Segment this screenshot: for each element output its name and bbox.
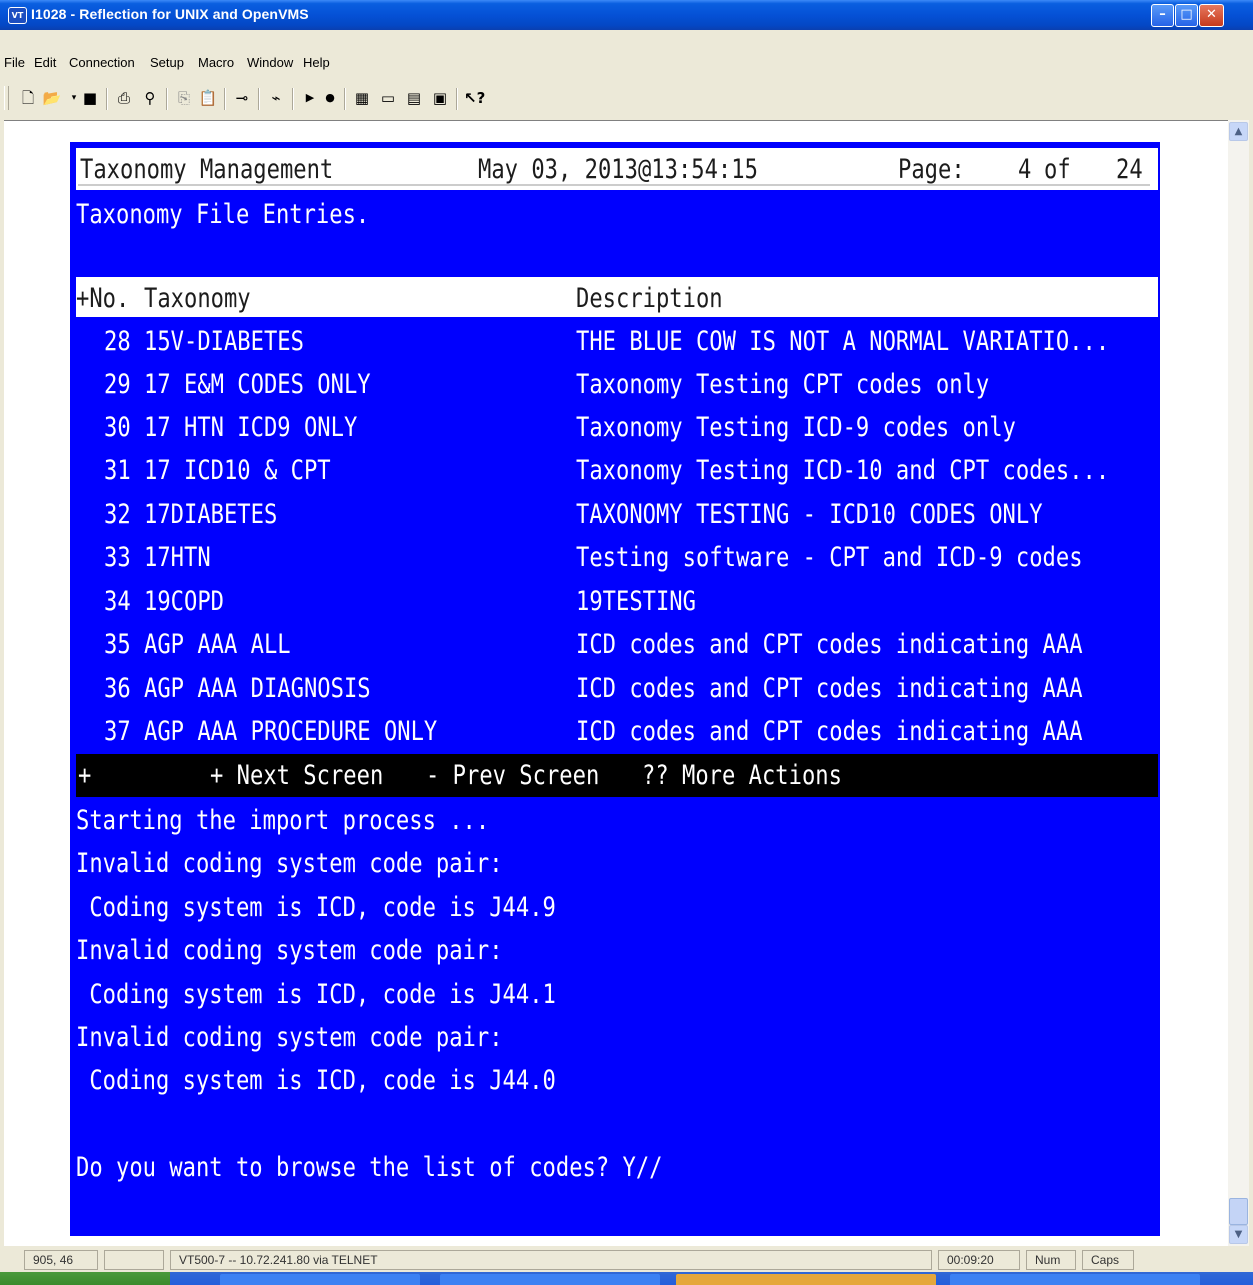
menu-connection[interactable]: Connection (69, 55, 135, 70)
taskbar (0, 1272, 1253, 1285)
session-timer: 00:09:20 (938, 1250, 1020, 1270)
toolbar-separator (344, 88, 346, 110)
maximize-button[interactable]: □ (1175, 4, 1198, 27)
message-line: Starting the import process ... (76, 805, 490, 836)
list-item-description[interactable]: 19TESTING (576, 580, 1253, 623)
num-lock-indicator: Num (1026, 1250, 1076, 1270)
toolbar-separator (456, 88, 458, 110)
toolbar-separator (106, 88, 108, 110)
list-item-description[interactable]: Taxonomy Testing ICD-10 and CPT codes... (576, 449, 1253, 492)
toolbar-separator (224, 88, 226, 110)
menu-file[interactable]: File (4, 55, 25, 70)
taskbar-item[interactable] (220, 1274, 420, 1285)
browse-prompt[interactable]: Do you want to browse the list of codes?… (76, 1146, 970, 1189)
column-header-description: Description (576, 283, 723, 314)
message-line: Invalid coding system code pair: (76, 848, 503, 879)
toolbar-grip[interactable] (4, 86, 9, 110)
menu-macro[interactable]: Macro (198, 55, 234, 70)
connect-icon[interactable]: ⊸ (232, 88, 252, 108)
close-button[interactable]: ✕ (1199, 4, 1224, 27)
list-item-description[interactable]: Taxonomy Testing CPT codes only (576, 363, 1253, 406)
list-item-description[interactable]: TAXONOMY TESTING - ICD10 CODES ONLY (576, 493, 1253, 536)
message-line: Invalid coding system code pair: (76, 935, 503, 966)
paste-icon[interactable]: 📋 (198, 88, 218, 108)
message-line: Coding system is ICD, code is J44.0 (76, 1065, 556, 1096)
keyboard-icon[interactable]: ▤ (404, 88, 424, 108)
new-icon[interactable]: 🗋 (18, 88, 38, 108)
mouse-icon[interactable]: ▣ (430, 88, 450, 108)
toolbar-separator (292, 88, 294, 110)
status-panel-blank (104, 1250, 164, 1270)
scroll-thumb[interactable] (1229, 1198, 1248, 1225)
vt-app-icon[interactable]: VT (8, 7, 27, 24)
menu-help[interactable]: Help (303, 55, 330, 70)
cursor-position: 905, 46 (24, 1250, 98, 1270)
print-icon[interactable]: ⎙ (114, 88, 134, 108)
toolbar-separator (258, 88, 260, 110)
list-item-description[interactable]: Testing software - CPT and ICD-9 codes (576, 536, 1253, 579)
toolbar: 🗋 📂 ▾ ■ ⎙ ⚲ ⎘ 📋 ⊸ ⌁ ▶ ● ▦ ▭ ▤ ▣ ↖? (0, 80, 1253, 118)
play-icon[interactable]: ▶ (300, 88, 320, 108)
message-line: Coding system is ICD, code is J44.1 (76, 979, 556, 1010)
start-button[interactable] (0, 1272, 170, 1285)
vertical-scrollbar[interactable]: ▲ ▼ (1228, 120, 1249, 1246)
message-line: Coding system is ICD, code is J44.9 (76, 892, 556, 923)
list-item-description[interactable]: THE BLUE COW IS NOT A NORMAL VARIATIO... (576, 320, 1253, 363)
list-item-description[interactable]: Taxonomy Testing ICD-9 codes only (576, 406, 1253, 449)
menu-setup[interactable]: Setup (150, 55, 184, 70)
status-bar: 905, 46 VT500-7 -- 10.72.241.80 via TELN… (0, 1246, 1253, 1272)
open-icon[interactable]: 📂 (42, 88, 62, 108)
terminal-screen[interactable]: Taxonomy Management May 03, 2013@13:54:1… (70, 142, 1160, 1236)
menu-window[interactable]: Window (247, 55, 293, 70)
title-bar[interactable]: VT I1028 - Reflection for UNIX and OpenV… (0, 0, 1253, 30)
action-more-actions[interactable]: ?? More Actions (642, 754, 1253, 797)
screen-subtitle: Taxonomy File Entries. (76, 199, 370, 230)
caps-lock-indicator: Caps (1082, 1250, 1134, 1270)
menu-bar: File Edit Connection Setup Macro Window … (0, 52, 1253, 74)
minimize-button[interactable]: – (1151, 4, 1174, 27)
taskbar-item[interactable] (950, 1274, 1200, 1285)
settings-icon[interactable]: ▦ (352, 88, 372, 108)
record-icon[interactable]: ● (320, 88, 340, 108)
taskbar-item-active[interactable] (676, 1274, 936, 1285)
save-icon[interactable]: ■ (80, 88, 100, 108)
disconnect-icon[interactable]: ⌁ (266, 88, 286, 108)
list-item-description[interactable]: ICD codes and CPT codes indicating AAA (576, 710, 1253, 753)
list-item-description[interactable]: ICD codes and CPT codes indicating AAA (576, 667, 1253, 710)
window-title: I1028 - Reflection for UNIX and OpenVMS (31, 6, 309, 22)
help-pointer-icon[interactable]: ↖? (464, 88, 485, 108)
display-icon[interactable]: ▭ (378, 88, 398, 108)
scroll-up-icon[interactable]: ▲ (1229, 122, 1248, 141)
find-icon[interactable]: ⚲ (140, 88, 160, 108)
taskbar-item[interactable] (440, 1274, 660, 1285)
copy-icon[interactable]: ⎘ (174, 88, 194, 108)
message-line: Invalid coding system code pair: (76, 1022, 503, 1053)
menu-edit[interactable]: Edit (34, 55, 56, 70)
toolbar-separator (166, 88, 168, 110)
connection-status: VT500-7 -- 10.72.241.80 via TELNET (170, 1250, 932, 1270)
scroll-down-icon[interactable]: ▼ (1229, 1225, 1248, 1244)
list-item-description[interactable]: ICD codes and CPT codes indicating AAA (576, 623, 1253, 666)
